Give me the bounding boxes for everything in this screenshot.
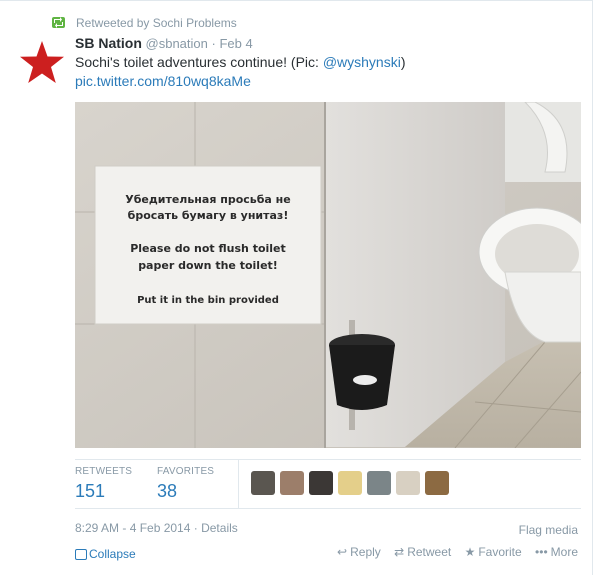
tweet-actions: ↩ Reply ⇄ Retweet ★ Favorite ••• More (327, 545, 578, 559)
tweet-text-body: Sochi's toilet adventures continue! (Pic… (75, 54, 323, 70)
avatar[interactable] (338, 471, 362, 495)
reply-icon: ↩ (337, 545, 348, 559)
photo-image: Убедительная просьба не бросать бумагу в… (75, 102, 581, 448)
avatar[interactable] (309, 471, 333, 495)
engagement-stats: RETWEETS 151 FAVORITES 38 (75, 459, 581, 509)
meta-separator: · (193, 521, 198, 535)
avatar[interactable] (367, 471, 391, 495)
tweet-photo[interactable]: Убедительная просьба не бросать бумагу в… (75, 102, 581, 448)
sign-ru-line2: бросать бумагу в унитаз! (128, 209, 289, 222)
tweet-card: Retweeted by Sochi Problems SB Nation @s… (0, 0, 593, 575)
favorite-button[interactable]: ★ Favorite (465, 545, 522, 559)
avatar[interactable] (396, 471, 420, 495)
retweet-icon (52, 17, 65, 28)
details-link[interactable]: Details (201, 521, 238, 535)
sign-ru-line1: Убедительная просьба не (125, 193, 290, 206)
avatar[interactable] (18, 39, 66, 87)
tweet-meta: 8:29 AM - 4 Feb 2014 · Details (75, 521, 238, 535)
more-button[interactable]: ••• More (535, 545, 578, 559)
collapse-icon (75, 549, 87, 560)
retweet-action-icon: ⇄ (394, 545, 405, 559)
more-label: More (550, 545, 578, 559)
retweets-label: RETWEETS (75, 466, 133, 477)
sign-en-line3: Put it in the bin provided (137, 295, 279, 306)
favorites-count[interactable]: 38 (157, 481, 214, 502)
retweets-stat[interactable]: RETWEETS 151 (75, 466, 132, 502)
collapse-button[interactable]: Collapse (75, 547, 136, 561)
header-separator: · (211, 36, 216, 51)
retweet-context[interactable]: Retweeted by Sochi Problems (76, 16, 237, 30)
favorites-stat[interactable]: FAVORITES 38 (157, 466, 214, 502)
star-avatar-icon (20, 41, 64, 83)
avatar[interactable] (280, 471, 304, 495)
sign-en-line1: Please do not flush toilet (130, 242, 286, 255)
pic-link[interactable]: pic.twitter.com/810wq8kaMe (75, 73, 251, 89)
retweets-count[interactable]: 151 (75, 481, 132, 502)
avatar[interactable] (425, 471, 449, 495)
favorite-icon: ★ (464, 545, 476, 559)
collapse-label: Collapse (89, 547, 136, 561)
stats-divider (238, 460, 239, 508)
retweet-button[interactable]: ⇄ Retweet (394, 545, 451, 559)
sign-en-line2: paper down the toilet! (138, 259, 278, 272)
more-icon: ••• (535, 545, 548, 559)
tweet-date[interactable]: Feb 4 (219, 36, 252, 51)
favorites-label: FAVORITES (157, 466, 215, 477)
tweet-timestamp: 8:29 AM - 4 Feb 2014 (75, 521, 191, 535)
tweet-text: Sochi's toilet adventures continue! (Pic… (75, 53, 575, 91)
tweet-text-close: ) (400, 54, 406, 70)
tweet-header: SB Nation @sbnation · Feb 4 (75, 35, 253, 52)
retweet-label: Retweet (407, 545, 452, 559)
mention-link[interactable]: @wyshynski (323, 54, 401, 70)
author-name[interactable]: SB Nation (75, 35, 142, 51)
favorite-label: Favorite (478, 545, 522, 559)
reply-label: Reply (350, 545, 381, 559)
flag-media-link[interactable]: Flag media (519, 523, 578, 537)
reply-button[interactable]: ↩ Reply (337, 545, 381, 559)
avatar[interactable] (251, 471, 275, 495)
author-handle[interactable]: @sbnation (146, 36, 208, 51)
